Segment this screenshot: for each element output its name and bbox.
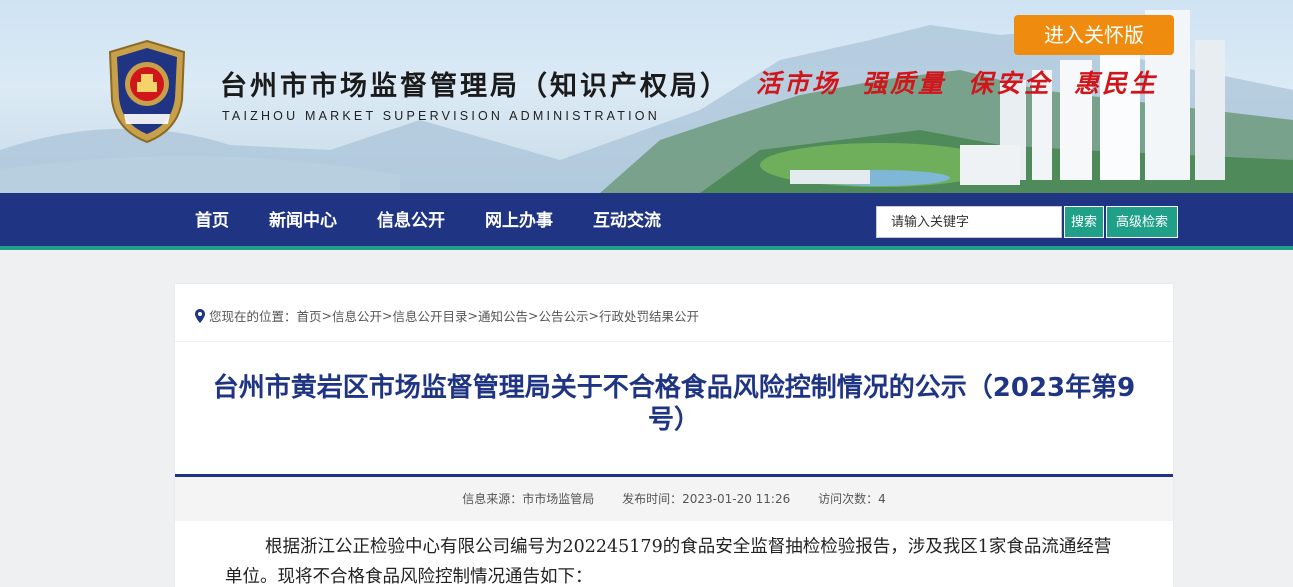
breadcrumb-separator: > [382, 308, 393, 323]
search-input[interactable] [876, 206, 1062, 238]
article-title: 台州市黄岩区市场监督管理局关于不合格食品风险控制情况的公示（2023年第9号） [212, 373, 1136, 435]
breadcrumb-item-home[interactable]: 首页 [297, 306, 322, 325]
breadcrumb-item-info-catalog[interactable]: 信息公开目录 [393, 306, 468, 325]
nav-item-home[interactable]: 首页 [195, 193, 229, 250]
breadcrumb-item-penalty-results[interactable]: 行政处罚结果公开 [599, 306, 699, 325]
slogan-item: 保安全 [968, 69, 1053, 98]
breadcrumb-item-notices[interactable]: 通知公告 [478, 306, 528, 325]
article-meta: 信息来源：市市场监管局 发布时间：2023-01-20 11:26 访问次数：4 [175, 477, 1173, 521]
site-title-english: TAIZHOU MARKET SUPERVISION ADMINISTRATIO… [222, 109, 660, 123]
site-title: 台州市市场监督管理局（知识产权局） [220, 71, 730, 102]
header-banner: 台州市市场监督管理局（知识产权局） TAIZHOU MARKET SUPERVI… [0, 0, 1293, 193]
article-publish-time: 发布时间：2023-01-20 11:26 [622, 492, 791, 506]
police-emblem-icon [108, 39, 186, 144]
slogan-item: 强质量 [862, 69, 947, 98]
advanced-search-button[interactable]: 高级检索 [1106, 206, 1178, 238]
article-body: 根据浙江公正检验中心有限公司编号为202245179的食品安全监督抽检检验报告，… [225, 537, 1112, 587]
breadcrumb-separator: > [467, 308, 479, 323]
article-source: 信息来源：市市场监管局 [462, 492, 595, 506]
breadcrumb: 您现在的位置： 首页 > 信息公开 > 信息公开目录 > 通知公告 > 公告公示… [195, 306, 699, 325]
search-button[interactable]: 搜索 [1064, 206, 1104, 238]
breadcrumb-item-info-disclosure[interactable]: 信息公开 [332, 306, 382, 325]
slogan-item: 惠民生 [1074, 69, 1159, 98]
nav-item-news[interactable]: 新闻中心 [269, 193, 337, 250]
article-card: 您现在的位置： 首页 > 信息公开 > 信息公开目录 > 通知公告 > 公告公示… [175, 284, 1173, 587]
breadcrumb-separator: > [528, 308, 539, 323]
breadcrumb-separator: > [321, 308, 333, 323]
nav-item-info-disclosure[interactable]: 信息公开 [377, 193, 445, 250]
breadcrumb-separator: > [588, 308, 600, 323]
care-version-button[interactable]: 进入关怀版 [1014, 15, 1174, 55]
location-pin-icon [195, 308, 205, 323]
nav-item-interaction[interactable]: 互动交流 [593, 193, 661, 250]
slogan-item: 活市场 [756, 69, 841, 98]
nav-item-online-services[interactable]: 网上办事 [485, 193, 553, 250]
breadcrumb-item-announcements[interactable]: 公告公示 [539, 306, 589, 325]
slogan: 活市场 强质量 保安全 惠民生 [756, 64, 1180, 100]
breadcrumb-prefix: 您现在的位置： [209, 309, 297, 324]
article-visit-count: 访问次数：4 [818, 492, 886, 506]
breadcrumb-bar: 您现在的位置： 首页 > 信息公开 > 信息公开目录 > 通知公告 > 公告公示… [175, 284, 1173, 342]
